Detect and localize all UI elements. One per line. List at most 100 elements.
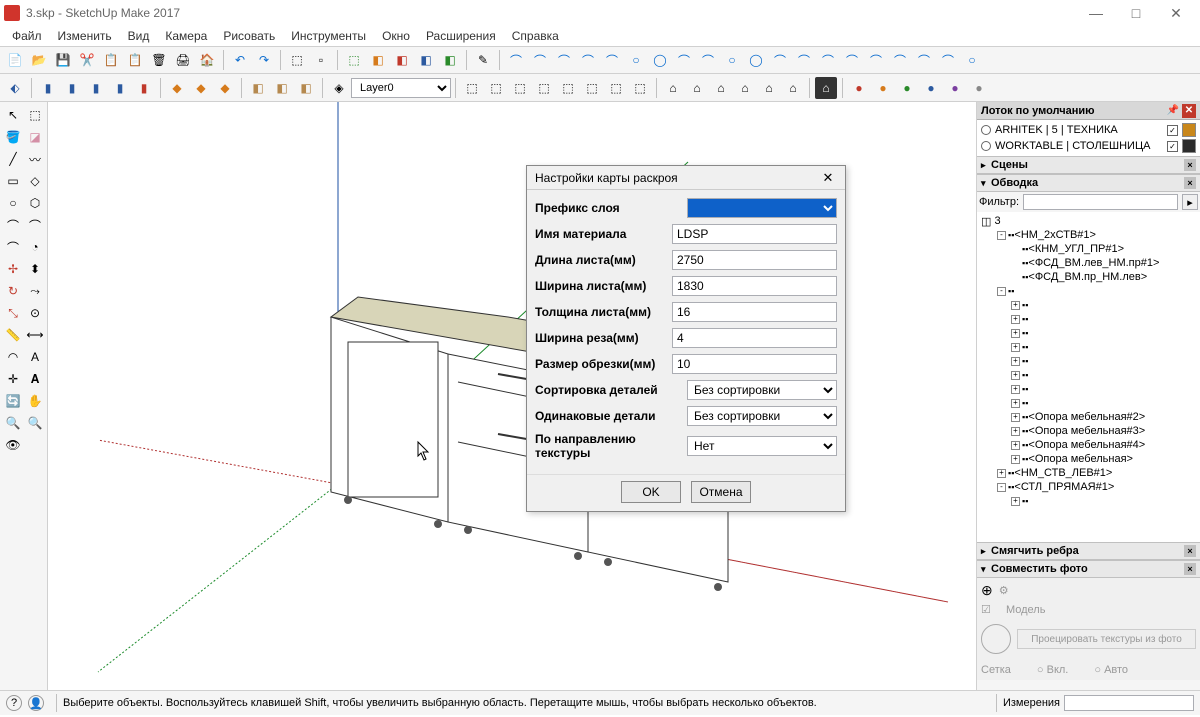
menu-tools[interactable]: Инструменты bbox=[283, 27, 374, 45]
tree-node[interactable]: -▪▪ bbox=[979, 284, 1198, 298]
expand-icon[interactable]: + bbox=[1011, 357, 1020, 366]
tb-circ3-icon[interactable]: ○ bbox=[721, 49, 743, 71]
tb-model-icon[interactable]: 🏠 bbox=[196, 49, 218, 71]
tb-open-icon[interactable]: 📂 bbox=[28, 49, 50, 71]
tree-node[interactable]: +▪▪ bbox=[979, 326, 1198, 340]
tb-make-group-icon[interactable]: ▫ bbox=[310, 49, 332, 71]
tb-arc7-icon[interactable]: ⌒ bbox=[697, 49, 719, 71]
tree-node[interactable]: -▪▪ <СТЛ_ПРЯМАЯ#1> bbox=[979, 480, 1198, 494]
tool-component-icon[interactable]: ⬚ bbox=[24, 104, 46, 126]
tb2-sheet5-icon[interactable]: ⬚ bbox=[557, 77, 579, 99]
sort-parts-select[interactable]: Без сортировки bbox=[687, 380, 837, 400]
plus-icon[interactable]: ⊕ bbox=[981, 582, 993, 599]
tree-node[interactable]: ▪▪ <ФСД_ВМ.пр_НМ.лев> bbox=[979, 270, 1198, 284]
expand-icon[interactable]: + bbox=[1011, 343, 1020, 352]
menu-file[interactable]: Файл bbox=[4, 27, 50, 45]
tool-scale-icon[interactable]: ⤡ bbox=[2, 302, 24, 324]
tb2-gray-icon[interactable]: ● bbox=[968, 77, 990, 99]
same-parts-select[interactable]: Без сортировки bbox=[687, 406, 837, 426]
checkbox-icon[interactable]: ✓ bbox=[1167, 125, 1178, 136]
tree-node[interactable]: +▪▪ bbox=[979, 312, 1198, 326]
minimize-button[interactable]: — bbox=[1076, 0, 1116, 26]
tool-rect-icon[interactable]: ▭ bbox=[2, 170, 24, 192]
opacity-dial[interactable] bbox=[981, 624, 1011, 654]
tb2-layer-icon[interactable]: ◈ bbox=[328, 77, 350, 99]
tb2-red-icon[interactable]: ● bbox=[848, 77, 870, 99]
tool-zoom-icon[interactable]: 🔍 bbox=[2, 412, 24, 434]
tb2-dark-icon[interactable]: ⌂ bbox=[815, 77, 837, 99]
tb-arc6-icon[interactable]: ⌒ bbox=[673, 49, 695, 71]
tool-select-icon[interactable]: ↖ bbox=[2, 104, 24, 126]
tool-circle-icon[interactable]: ○ bbox=[2, 192, 24, 214]
tb-arc8-icon[interactable]: ⌒ bbox=[769, 49, 791, 71]
texture-direction-select[interactable]: Нет bbox=[687, 436, 837, 456]
tb-arc12-icon[interactable]: ⌒ bbox=[865, 49, 887, 71]
tb2-sheet2-icon[interactable]: ⬚ bbox=[485, 77, 507, 99]
tool-3dtext-icon[interactable]: 𝐀 bbox=[24, 368, 46, 390]
tool-pie-icon[interactable]: ◔ bbox=[24, 236, 46, 258]
tb2-sheet4-icon[interactable]: ⬚ bbox=[533, 77, 555, 99]
expand-icon[interactable]: + bbox=[1011, 413, 1020, 422]
tb-pen-icon[interactable]: ✎ bbox=[472, 49, 494, 71]
outliner-tree[interactable]: ◫ 3 -▪▪ <НМ_2хСТВ#1>▪▪ <КНМ_УГЛ_ПР#1>▪▪ … bbox=[977, 212, 1200, 542]
tool-polygon-icon[interactable]: ⬡ bbox=[24, 192, 46, 214]
tb-circ5-icon[interactable]: ○ bbox=[961, 49, 983, 71]
menu-extensions[interactable]: Расширения bbox=[418, 27, 504, 45]
tool-3parc-icon[interactable]: ⌒ bbox=[2, 236, 24, 258]
radio-icon[interactable] bbox=[981, 141, 991, 151]
tb-circ1-icon[interactable]: ○ bbox=[625, 49, 647, 71]
tb2-house5-icon[interactable]: ⌂ bbox=[758, 77, 780, 99]
expand-icon[interactable]: + bbox=[1011, 371, 1020, 380]
tb2-blue5-icon[interactable]: ▮ bbox=[133, 77, 155, 99]
gear-icon[interactable]: ⚙ bbox=[999, 584, 1009, 597]
tool-pushpull-icon[interactable]: ⬍ bbox=[24, 258, 46, 280]
sheet-width-input[interactable] bbox=[672, 276, 837, 296]
tree-node[interactable]: +▪▪ <Опора мебельная> bbox=[979, 452, 1198, 466]
tool-eraser-icon[interactable]: ◪ bbox=[24, 126, 46, 148]
expand-icon[interactable]: + bbox=[997, 469, 1006, 478]
menu-edit[interactable]: Изменить bbox=[50, 27, 120, 45]
layer-select[interactable]: Layer0 bbox=[351, 78, 451, 98]
tb-arc4-icon[interactable]: ⌒ bbox=[577, 49, 599, 71]
maximize-button[interactable]: □ bbox=[1116, 0, 1156, 26]
material-name-input[interactable] bbox=[672, 224, 837, 244]
tb2-house4-icon[interactable]: ⌂ bbox=[734, 77, 756, 99]
dialog-close-icon[interactable]: ✕ bbox=[819, 169, 837, 187]
tb2-blue-icon[interactable]: ● bbox=[920, 77, 942, 99]
tool-line-icon[interactable]: ╱ bbox=[2, 148, 24, 170]
measurements-input[interactable] bbox=[1064, 695, 1194, 711]
tb2-blue3-icon[interactable]: ▮ bbox=[85, 77, 107, 99]
tool-pan-icon[interactable]: ✋ bbox=[24, 390, 46, 412]
tool-2parc-icon[interactable]: ⌒ bbox=[24, 214, 46, 236]
tb-cut-icon[interactable]: ✂️ bbox=[76, 49, 98, 71]
tree-node[interactable]: +▪▪ bbox=[979, 382, 1198, 396]
tb2-box1-icon[interactable]: ◧ bbox=[247, 77, 269, 99]
tb-make-component-icon[interactable]: ⬚ bbox=[286, 49, 308, 71]
expand-icon[interactable]: + bbox=[1011, 301, 1020, 310]
tool-move-icon[interactable]: ✢ bbox=[2, 258, 24, 280]
tb2-tag1-icon[interactable]: ⬖ bbox=[4, 77, 26, 99]
tb-arc10-icon[interactable]: ⌒ bbox=[817, 49, 839, 71]
tree-node[interactable]: ▪▪ <ФСД_ВМ.лев_НМ.пр#1> bbox=[979, 256, 1198, 270]
tb2-orange1-icon[interactable]: ◆ bbox=[166, 77, 188, 99]
tool-freehand-icon[interactable]: 〰 bbox=[24, 148, 46, 170]
tree-node[interactable]: +▪▪ <Опора мебельная#4> bbox=[979, 438, 1198, 452]
expand-icon[interactable]: + bbox=[1011, 385, 1020, 394]
tb2-sheet3-icon[interactable]: ⬚ bbox=[509, 77, 531, 99]
tb-circ2-icon[interactable]: ◯ bbox=[649, 49, 671, 71]
tree-node[interactable]: +▪▪ <Опора мебельная#2> bbox=[979, 410, 1198, 424]
tb-arc11-icon[interactable]: ⌒ bbox=[841, 49, 863, 71]
tb-delete-icon[interactable]: 🗑 bbox=[148, 49, 170, 71]
menu-help[interactable]: Справка bbox=[504, 27, 567, 45]
tb2-orange2-icon[interactable]: ◆ bbox=[190, 77, 212, 99]
expand-icon[interactable]: - bbox=[997, 483, 1006, 492]
tool-axes-icon[interactable]: ✛ bbox=[2, 368, 24, 390]
tb-new-icon[interactable]: 📄 bbox=[4, 49, 26, 71]
menu-window[interactable]: Окно bbox=[374, 27, 418, 45]
tool-followme-icon[interactable]: ⤳ bbox=[24, 280, 46, 302]
tb2-blue1-icon[interactable]: ▮ bbox=[37, 77, 59, 99]
ok-button[interactable]: OK bbox=[621, 481, 681, 503]
tb2-house2-icon[interactable]: ⌂ bbox=[686, 77, 708, 99]
panel-outliner[interactable]: ▾Обводка× bbox=[977, 174, 1200, 192]
user-icon[interactable]: 👤 bbox=[28, 695, 44, 711]
